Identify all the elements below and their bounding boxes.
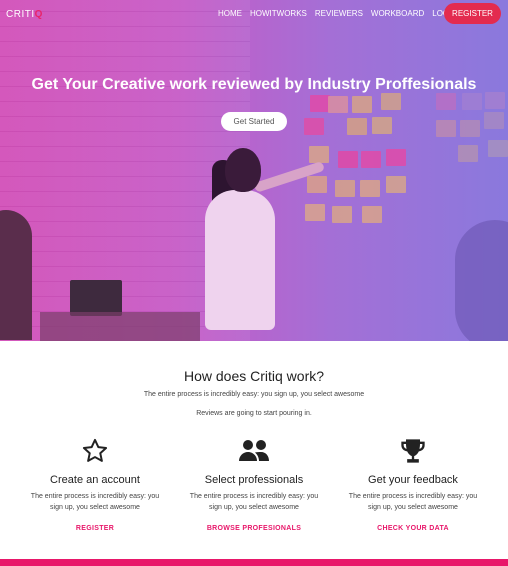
how-section-subtitle: The entire process is incredibly easy: y… bbox=[143, 391, 365, 398]
person-right-blurred bbox=[455, 220, 508, 341]
sticky-note bbox=[328, 96, 348, 113]
sticky-note bbox=[338, 151, 358, 168]
sticky-note bbox=[436, 93, 456, 110]
person-body bbox=[205, 190, 275, 330]
trophy-icon bbox=[328, 436, 498, 466]
hero-title: Get Your Creative work reviewed by Indus… bbox=[31, 76, 477, 93]
person-left bbox=[0, 210, 32, 340]
step-description: The entire process is incredibly easy: y… bbox=[30, 493, 160, 512]
logo[interactable]: CRITIQ bbox=[6, 9, 43, 20]
nav-item-workboard[interactable]: WORKBOARD bbox=[371, 9, 424, 18]
sticky-note bbox=[386, 176, 406, 193]
step-description: The entire process is incredibly easy: y… bbox=[189, 493, 319, 512]
sticky-note bbox=[307, 176, 327, 193]
sticky-note bbox=[360, 180, 380, 197]
hero-section: CRITIQ HOME HOWITWORKS REVIEWERS WORKBOA… bbox=[0, 0, 508, 341]
sticky-note bbox=[362, 206, 382, 223]
sticky-note bbox=[436, 120, 456, 137]
sticky-note bbox=[347, 118, 367, 135]
sticky-note bbox=[352, 96, 372, 113]
sticky-note bbox=[485, 92, 505, 109]
sticky-note bbox=[332, 206, 352, 223]
step-select-professionals: Select professionals The entire process … bbox=[169, 436, 339, 532]
laptop bbox=[70, 280, 122, 316]
person-head bbox=[225, 148, 261, 192]
get-started-button[interactable]: Get Started bbox=[221, 112, 287, 131]
browse-professionals-link[interactable]: BROWSE PROFESIONALS bbox=[169, 525, 339, 532]
desk bbox=[40, 312, 200, 341]
step-title: Select professionals bbox=[204, 474, 304, 486]
step-get-feedback: Get your feedback The entire process is … bbox=[328, 436, 498, 532]
step-description: The entire process is incredibly easy: y… bbox=[348, 493, 478, 512]
step-title: Create an account bbox=[50, 474, 140, 486]
sticky-note bbox=[310, 95, 330, 112]
sticky-note bbox=[335, 180, 355, 197]
footer-accent-bar bbox=[0, 559, 508, 566]
sticky-note bbox=[304, 118, 324, 135]
main-nav: HOME HOWITWORKS REVIEWERS WORKBOARD LOGI… bbox=[218, 9, 465, 18]
sticky-note bbox=[462, 93, 482, 110]
how-section-title: How does Critiq work? bbox=[183, 368, 325, 384]
nav-item-home[interactable]: HOME bbox=[218, 9, 242, 18]
logo-text: CRITI bbox=[6, 9, 35, 20]
sticky-note bbox=[460, 120, 480, 137]
sticky-note bbox=[381, 93, 401, 110]
sticky-note bbox=[386, 149, 406, 166]
nav-item-howitworks[interactable]: HOWITWORKS bbox=[250, 9, 307, 18]
sticky-note bbox=[484, 112, 504, 129]
sticky-note bbox=[305, 204, 325, 221]
users-icon bbox=[169, 436, 339, 466]
step-title: Get your feedback bbox=[368, 474, 458, 486]
sticky-note bbox=[309, 146, 329, 163]
hero-background-photo bbox=[0, 0, 508, 341]
step-create-account: Create an account The entire process is … bbox=[10, 436, 180, 532]
sticky-note bbox=[458, 145, 478, 162]
check-your-data-link[interactable]: CHECK YOUR DATA bbox=[328, 525, 498, 532]
star-icon bbox=[10, 436, 180, 466]
register-link[interactable]: REGISTER bbox=[10, 525, 180, 532]
register-button[interactable]: REGISTER bbox=[444, 3, 501, 24]
nav-item-reviewers[interactable]: REVIEWERS bbox=[315, 9, 363, 18]
sticky-note bbox=[372, 117, 392, 134]
how-section-subtitle-2: Reviews are going to start pouring in. bbox=[196, 410, 312, 417]
sticky-note bbox=[361, 151, 381, 168]
sticky-note bbox=[488, 140, 508, 157]
logo-accent: Q bbox=[34, 9, 43, 20]
